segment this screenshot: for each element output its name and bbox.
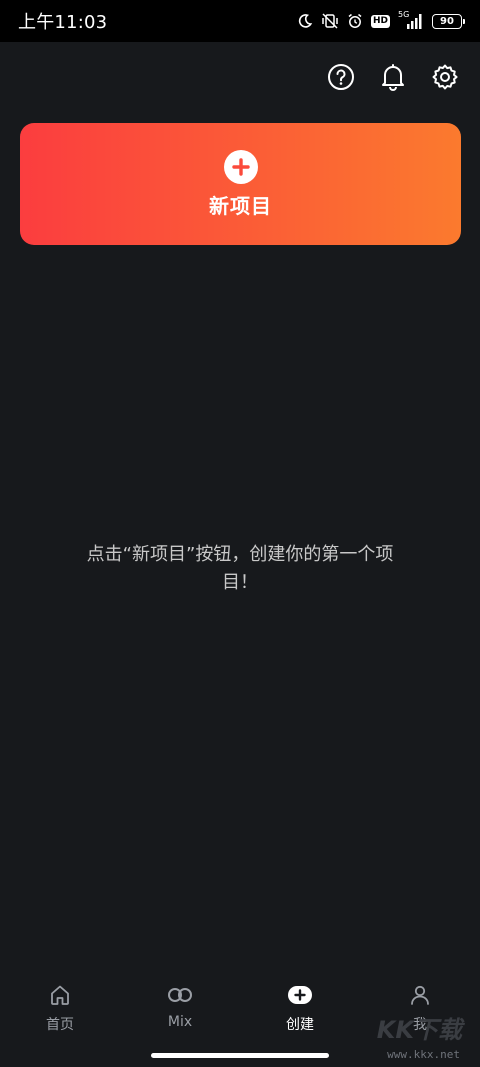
notifications-button[interactable] (378, 64, 408, 94)
gear-icon (431, 63, 459, 95)
plus-icon (223, 149, 258, 184)
empty-state-message: 点击“新项目”按钮，创建你的第一个项目！ (86, 544, 394, 593)
nav-label-home: 首页 (46, 1017, 74, 1033)
new-project-label: 新项目 (209, 193, 272, 218)
nav-label-create: 创建 (286, 1017, 314, 1033)
help-icon (327, 63, 355, 95)
nav-label-mix: Mix (167, 1014, 193, 1030)
infinity-icon (166, 982, 194, 1008)
create-plus-icon (287, 982, 313, 1008)
bell-icon (380, 63, 406, 95)
top-actions (326, 64, 460, 94)
battery-indicator: 90 (432, 13, 465, 29)
nav-item-mix[interactable]: Mix (120, 972, 240, 1042)
status-icons: HD 5G 90 (297, 10, 465, 30)
vibrate-off-icon (321, 13, 339, 29)
help-button[interactable] (326, 64, 356, 94)
signal-icon: 5G (398, 10, 424, 30)
watermark-url: www.kkx.net (387, 1048, 460, 1061)
status-bar: 上午11:03 HD 5G 90 (0, 0, 480, 42)
moon-icon (297, 13, 313, 29)
nav-item-home[interactable]: 首页 (0, 972, 120, 1042)
watermark-logo: KK下载 (376, 1016, 462, 1044)
home-icon (48, 982, 72, 1008)
home-indicator[interactable] (151, 1053, 329, 1058)
new-project-button[interactable]: 新项目 (20, 123, 461, 245)
nav-item-create[interactable]: 创建 (240, 972, 360, 1042)
hd-badge: HD (370, 14, 390, 28)
person-icon (408, 982, 432, 1008)
status-time: 上午11:03 (18, 12, 108, 33)
settings-button[interactable] (430, 64, 460, 94)
alarm-icon (347, 13, 363, 29)
network-type: 5G (398, 10, 410, 19)
app-screen: 上午11:03 HD 5G 90 新项目 点击“新项目”按钮，创建你的第一个项目… (0, 0, 480, 1067)
